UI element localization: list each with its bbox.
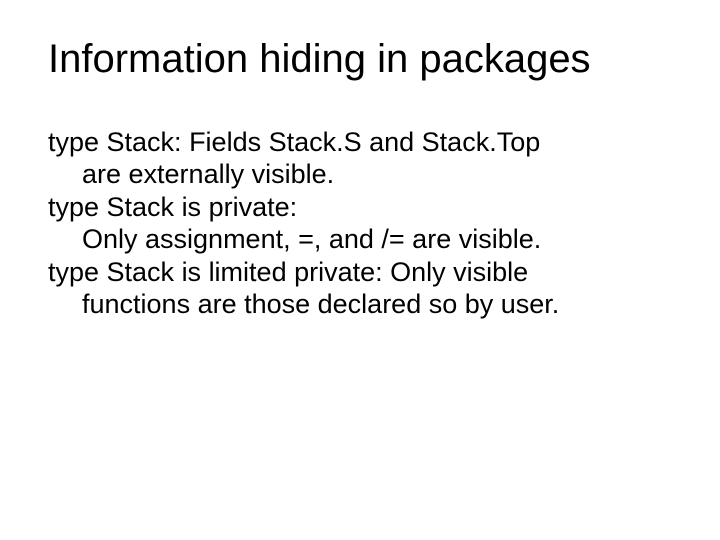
paragraph-1: type Stack: Fields Stack.S and Stack.Top… <box>48 126 672 191</box>
text-line: functions are those declared so by user. <box>48 288 672 320</box>
slide: Information hiding in packages type Stac… <box>0 0 720 540</box>
paragraph-3: type Stack is limited private: Only visi… <box>48 256 672 321</box>
text-line: type Stack is limited private: Only visi… <box>48 256 672 288</box>
slide-title: Information hiding in packages <box>48 36 672 82</box>
text-line: type Stack is private: <box>48 191 672 223</box>
slide-body: type Stack: Fields Stack.S and Stack.Top… <box>48 126 672 320</box>
paragraph-2: type Stack is private: Only assignment, … <box>48 191 672 256</box>
text-line: are externally visible. <box>48 158 672 190</box>
text-line: Only assignment, =, and /= are visible. <box>48 223 672 255</box>
text-line: type Stack: Fields Stack.S and Stack.Top <box>48 126 672 158</box>
